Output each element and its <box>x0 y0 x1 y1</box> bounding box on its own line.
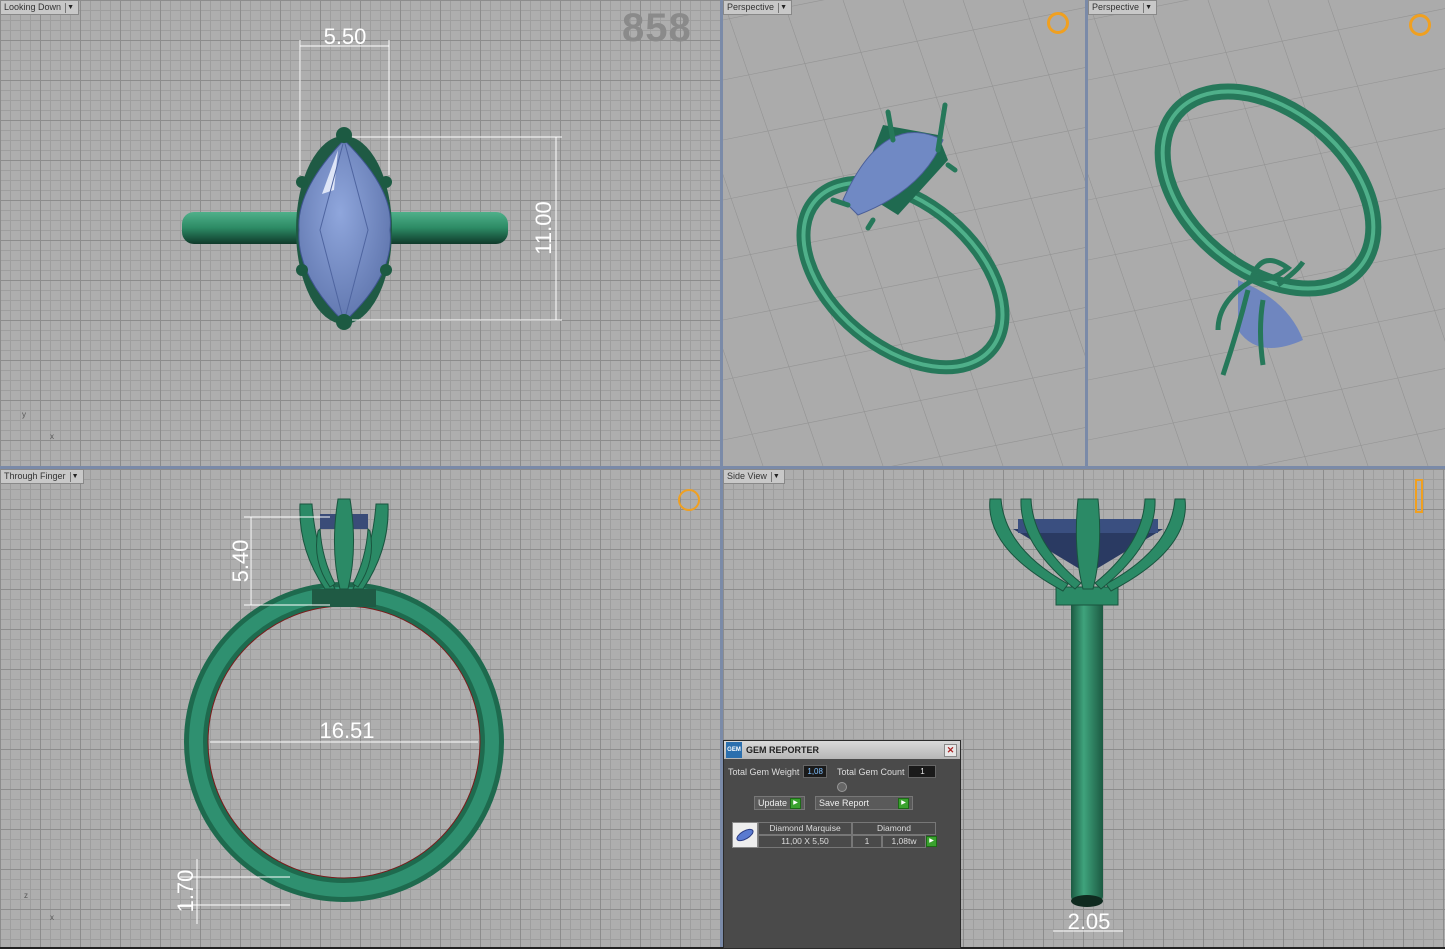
viewport-perspective-2[interactable]: Perspective ▼ <box>1088 0 1445 466</box>
total-count-label: Total Gem Count <box>836 766 905 777</box>
orbit-icon[interactable] <box>1047 12 1069 34</box>
front-view-drawing: 5.40 16.51 1.70 <box>173 498 504 924</box>
gem-reporter-title: GEM REPORTER <box>746 745 820 755</box>
perspective-grid-drawing-2 <box>1088 0 1445 466</box>
gem-count-cell: 1 <box>852 835 882 848</box>
gem-totals-row: Total Gem Weight 1,08 Total Gem Count 1 <box>724 765 960 778</box>
viewport-divider-vertical-2[interactable] <box>1085 0 1088 466</box>
chevron-down-icon[interactable]: ▼ <box>778 2 788 13</box>
viewport-label[interactable]: Perspective ▼ <box>1088 0 1158 15</box>
total-weight-label: Total Gem Weight <box>728 766 800 777</box>
marquise-gem-icon <box>732 822 758 848</box>
orbit-icon[interactable] <box>1409 14 1431 36</box>
save-report-button[interactable]: Save Report ▶ <box>815 796 914 810</box>
dim-head-height-label: 5.40 <box>228 540 253 583</box>
update-button-label: Update <box>758 798 788 808</box>
ring-side-icon[interactable] <box>1415 479 1423 513</box>
gem-size-cell: 11,00 X 5,50 <box>758 835 852 848</box>
play-icon: ▶ <box>790 797 802 809</box>
close-icon[interactable]: ✕ <box>944 744 957 757</box>
viewport-through-finger[interactable]: Through Finger ▼ 5.40 16.51 1.70 z x <box>0 469 720 947</box>
gem-reporter-titlebar[interactable]: GEM GEM REPORTER ✕ <box>724 741 960 759</box>
update-button[interactable]: Update ▶ <box>754 796 806 810</box>
gem-material-cell: Diamond <box>852 822 936 835</box>
axis-indicator-x: x <box>50 432 54 441</box>
dim-length-label: 11.00 <box>531 201 556 254</box>
viewport-looking-down[interactable]: Looking Down ▼ 858 5.50 11.00 y x <box>0 0 720 466</box>
ring-icon[interactable] <box>678 489 700 511</box>
dim-shank-width-label: 2.05 <box>1068 909 1111 934</box>
dim-inner-diameter-label: 16.51 <box>319 718 374 743</box>
play-icon[interactable]: ▶ <box>926 836 937 847</box>
gem-list-row[interactable]: Diamond Marquise Diamond 11,00 X 5,50 1 … <box>732 822 956 848</box>
chevron-down-icon[interactable]: ▼ <box>1143 2 1153 13</box>
gem-reporter-panel: GEM GEM REPORTER ✕ Total Gem Weight 1,08… <box>723 740 961 949</box>
dim-band-thickness-label: 1.70 <box>173 870 198 913</box>
dim-width-label: 5.50 <box>324 24 367 49</box>
axis-indicator: z <box>24 891 28 900</box>
gem-reporter-logo-icon: GEM <box>726 742 742 758</box>
axis-indicator: y <box>22 410 26 419</box>
collapse-handle[interactable] <box>837 782 847 792</box>
gem-weight-cell: 1,08tw <box>882 835 926 848</box>
play-icon: ▶ <box>898 797 910 809</box>
perspective-grid-drawing <box>723 0 1085 466</box>
total-weight-field[interactable]: 1,08 <box>803 765 827 778</box>
axis-indicator-x: x <box>50 913 54 922</box>
gem-name-cell: Diamond Marquise <box>758 822 852 835</box>
gem-actions-row: Update ▶ Save Report ▶ <box>724 796 960 810</box>
total-count-field[interactable]: 1 <box>908 765 937 778</box>
viewport-label-text: Perspective <box>727 2 775 12</box>
top-view-drawing: 5.50 11.00 <box>182 24 562 330</box>
viewport-perspective-1[interactable]: Perspective ▼ <box>723 0 1085 466</box>
save-report-button-label: Save Report <box>819 798 870 808</box>
viewport-label[interactable]: Perspective ▼ <box>723 0 793 15</box>
viewport-label-text: Perspective <box>1092 2 1140 12</box>
